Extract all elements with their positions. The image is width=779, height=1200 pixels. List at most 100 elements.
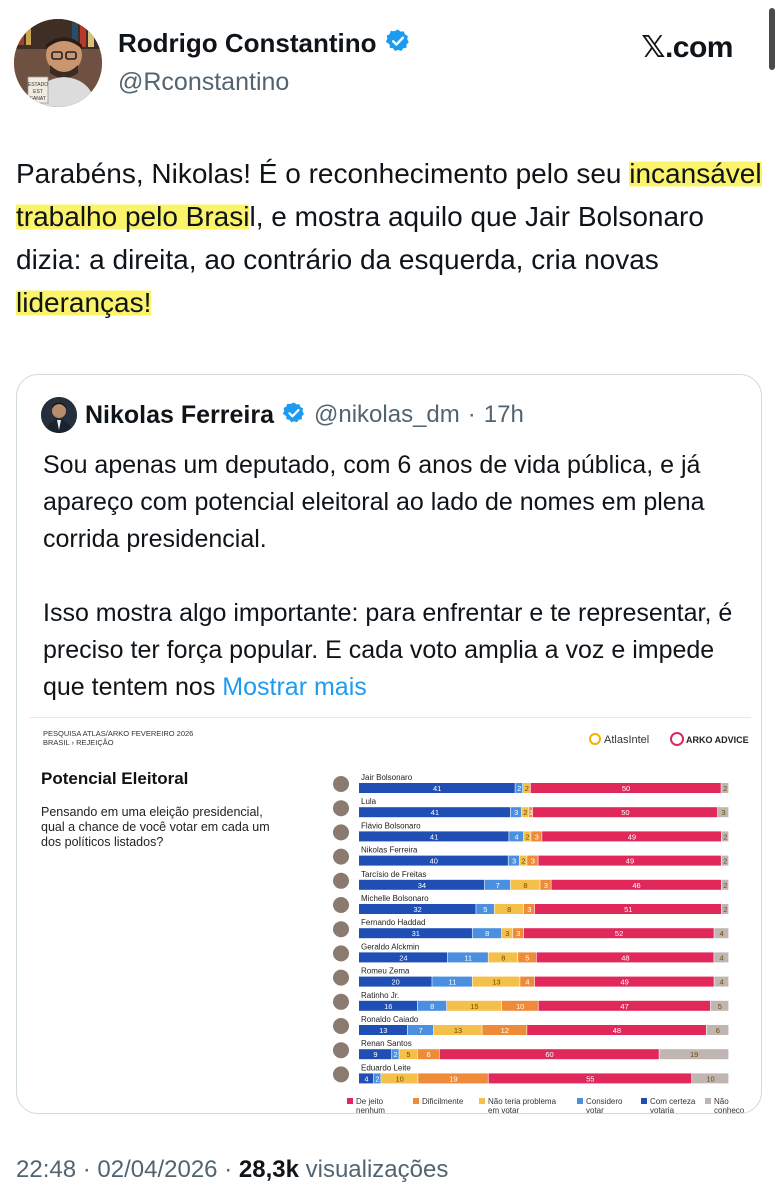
bar-value-label: 7 [419,1026,423,1035]
chart-brand-2: ARKO ADVICE [686,735,749,745]
bar-value-label: 4 [720,978,724,987]
politician-avatar-icon [333,848,349,865]
bar-value-label: 2 [517,784,521,793]
legend-label: Considero [586,1097,623,1106]
display-name[interactable]: Rodrigo Constantino [118,28,377,59]
bar-value-label: 4 [525,978,529,987]
tweet-text-part-1: Parabéns, Nikolas! É o reconhecimento pe… [16,158,630,189]
bar-value-label: 2 [525,784,529,793]
category-label: Tarcísio de Freitas [361,870,426,879]
bar-value-label: 48 [621,953,629,962]
bar-value-label: 50 [621,808,629,817]
bar-value-label: 19 [690,1050,698,1059]
politician-avatar-icon [333,993,349,1010]
bar-value-label: 50 [622,784,630,793]
bar-value-label: 49 [626,857,634,866]
bar-value-label: 3 [544,881,548,890]
legend-swatch [413,1098,419,1104]
legend-swatch [577,1098,583,1104]
bar-value-label: 32 [413,905,421,914]
x-logo[interactable]: 𝕏.com [641,30,733,65]
bar-value-label: 24 [399,953,407,962]
bar-value-label: 1 [529,808,533,817]
politician-avatar-icon [333,1066,349,1083]
avatar[interactable]: ESTADO EST FANAT [14,19,102,107]
legend-label: Não teria problema [488,1097,557,1106]
potential-electoral-chart: PESQUISA ATLAS/ARKO FEVEREIRO 2026BRASIL… [41,729,749,1114]
bar-value-label: 13 [492,978,500,987]
bar-value-label: 5 [718,1002,722,1011]
bar-value-label: 31 [412,929,420,938]
bar-value-label: 2 [723,857,727,866]
bar-value-label: 8 [507,905,511,914]
verified-badge-icon [282,401,306,430]
bar-value-label: 55 [586,1074,594,1083]
svg-text:FANAT: FANAT [30,96,46,102]
quote-paragraph-1: Sou apenas um deputado, com 6 anos de vi… [43,451,705,553]
bar-value-label: 41 [430,832,438,841]
bar-value-label: 5 [525,953,529,962]
quoted-tweet[interactable]: Nikolas Ferreira @nikolas_dm · 17h Sou a… [16,374,762,1114]
bar-value-label: 7 [496,881,500,890]
bar-value-label: 5 [406,1050,410,1059]
tweet-text: Parabéns, Nikolas! É o reconhecimento pe… [16,152,764,324]
bar-value-label: 3 [721,808,725,817]
bar-value-label: 2 [723,784,727,793]
bar-value-label: 9 [373,1050,377,1059]
legend-label: Com certeza [650,1097,696,1106]
user-handle[interactable]: @Rconstantino [118,68,289,97]
bar-value-label: 4 [720,929,724,938]
politician-avatar-icon [333,921,349,938]
bar-value-label: 4 [514,832,518,841]
tweet-time[interactable]: 22:48 [16,1156,76,1183]
bar-value-label: 2 [723,881,727,890]
legend-label: votar [586,1106,604,1114]
bar-value-label: 11 [449,978,457,987]
quote-handle[interactable]: @nikolas_dm [314,401,460,429]
atlas-logo-icon [589,733,601,745]
scrollbar[interactable] [769,8,775,70]
quote-paragraph-2-text: Isso mostra algo importante: para enfren… [43,599,733,701]
meta-dot: · [224,1156,233,1183]
chart-subtitle-line: Pensando em uma eleição presidencial, [41,805,263,819]
bar-value-label: 48 [613,1026,621,1035]
views-label: visualizações [305,1156,449,1183]
bar-value-label: 10 [706,1074,714,1083]
quote-time[interactable]: 17h [484,401,524,429]
legend-swatch [705,1098,711,1104]
bar-value-label: 4 [720,953,724,962]
quote-separator: · [467,401,476,428]
bar-value-label: 15 [470,1002,478,1011]
bar-value-label: 3 [531,857,535,866]
chart-image[interactable]: PESQUISA ATLAS/ARKO FEVEREIRO 2026 BRASIL… [29,717,751,1114]
category-label: Ratinho Jr. [361,991,399,1000]
legend-label: conheço [714,1106,745,1114]
category-label: Fernando Haddad [361,918,426,927]
bar-value-label: 3 [512,857,516,866]
bar-value-label: 3 [516,929,520,938]
bar-value-label: 8 [485,929,489,938]
bar-value-label: 3 [527,905,531,914]
bar-value-label: 47 [620,1002,628,1011]
bar-value-label: 13 [454,1026,462,1035]
chart-subtitle-line: dos políticos listados? [41,835,163,849]
bar-value-label: 2 [723,832,727,841]
bar-value-label: 6 [427,1050,431,1059]
show-more-link[interactable]: Mostrar mais [222,673,366,701]
bar-value-label: 2 [375,1074,379,1083]
quote-avatar[interactable] [41,397,77,433]
category-label: Flávio Bolsonaro [361,821,421,830]
arko-logo-icon [670,732,684,746]
category-label: Michelle Bolsonaro [361,894,429,903]
bar-value-label: 3 [505,929,509,938]
bar-value-label: 60 [545,1050,553,1059]
politician-avatar-icon [333,1042,349,1059]
tweet-date[interactable]: 02/04/2026 [97,1156,217,1183]
quote-display-name[interactable]: Nikolas Ferreira [85,401,274,430]
bar-value-label: 10 [396,1074,404,1083]
tweet-text-highlight-2: lideranças! [16,287,152,318]
bar-value-label: 46 [632,881,640,890]
bar-value-label: 3 [514,808,518,817]
legend-swatch [347,1098,353,1104]
meta-dot: · [82,1156,91,1183]
